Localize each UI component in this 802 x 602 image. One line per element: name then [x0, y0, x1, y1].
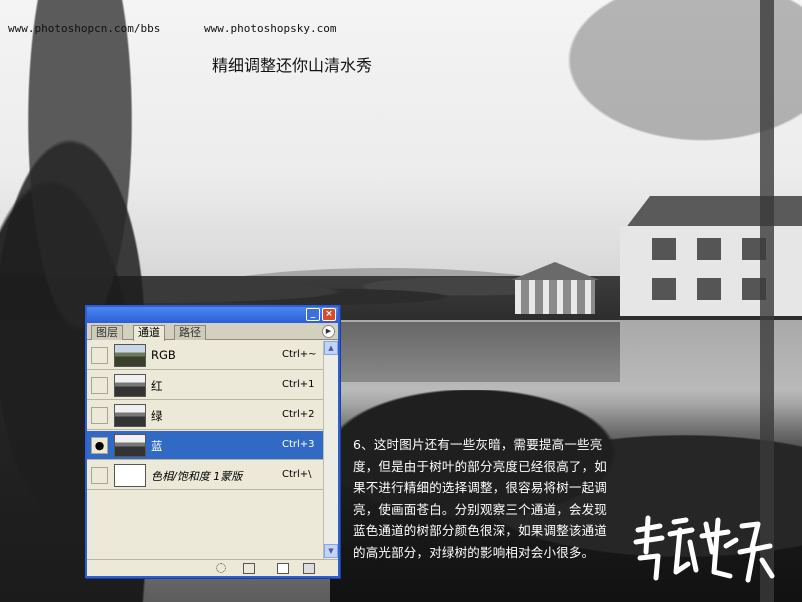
- palette-titlebar[interactable]: _ ×: [87, 307, 338, 323]
- channel-row-rgb[interactable]: RGB Ctrl+~: [87, 341, 323, 370]
- channel-thumbnail: [114, 374, 146, 397]
- channel-shortcut: Ctrl+~: [282, 349, 317, 360]
- channel-name: 绿: [151, 409, 163, 423]
- watermark-url-left: www.photoshopcn.com/bbs: [8, 22, 161, 35]
- channel-shortcut: Ctrl+3: [282, 439, 315, 450]
- channel-name: 红: [151, 379, 163, 393]
- channel-row-green[interactable]: 绿 Ctrl+2: [87, 401, 323, 430]
- eye-icon[interactable]: ●: [91, 437, 108, 454]
- channel-row-blue[interactable]: ● 蓝 Ctrl+3: [87, 431, 323, 460]
- calligraphy-logo: [633, 515, 775, 583]
- scroll-up-icon[interactable]: ▲: [324, 341, 338, 355]
- channel-shortcut: Ctrl+2: [282, 409, 315, 420]
- channel-name: 蓝: [151, 439, 163, 453]
- palette-tabs: 图层 通道 路径 ▶: [87, 323, 338, 341]
- trash-icon[interactable]: [303, 563, 315, 574]
- visibility-toggle[interactable]: [91, 347, 108, 364]
- save-selection-icon[interactable]: [243, 563, 255, 574]
- watermark-url-right: www.photoshopsky.com: [204, 22, 337, 35]
- lake-reflection: [340, 322, 620, 382]
- tab-layers[interactable]: 图层: [91, 325, 123, 340]
- mask-thumbnail: [114, 464, 146, 487]
- channel-list: RGB Ctrl+~ 红 Ctrl+1 绿 Ctrl+2 ● 蓝 Ctrl+3 …: [87, 341, 323, 559]
- load-selection-icon[interactable]: [216, 563, 226, 573]
- channel-row-red[interactable]: 红 Ctrl+1: [87, 371, 323, 400]
- channel-shortcut: Ctrl+1: [282, 379, 315, 390]
- visibility-toggle[interactable]: [91, 377, 108, 394]
- channel-thumbnail: [114, 404, 146, 427]
- close-icon[interactable]: ×: [322, 308, 336, 321]
- channel-name: 色相/饱和度 1蒙版: [151, 470, 243, 483]
- minimize-icon[interactable]: _: [306, 308, 320, 321]
- new-channel-icon[interactable]: [277, 563, 289, 574]
- channels-palette: _ × 图层 通道 路径 ▶ RGB Ctrl+~ 红 Ctrl+1 绿 Ctr…: [85, 305, 340, 578]
- visibility-toggle[interactable]: [91, 467, 108, 484]
- scroll-down-icon[interactable]: ▼: [324, 544, 338, 558]
- channel-shortcut: Ctrl+\: [282, 469, 312, 480]
- palette-menu-icon[interactable]: ▶: [322, 325, 335, 338]
- channel-row-mask[interactable]: 色相/饱和度 1蒙版 Ctrl+\: [87, 461, 323, 490]
- channel-scrollbar[interactable]: ▲ ▼: [323, 341, 338, 559]
- visibility-toggle[interactable]: [91, 407, 108, 424]
- page-title: 精细调整还你山清水秀: [212, 56, 373, 75]
- channel-thumbnail: [114, 434, 146, 457]
- channel-name: RGB: [151, 348, 176, 362]
- palette-footer: [87, 559, 338, 576]
- tab-paths[interactable]: 路径: [174, 325, 206, 340]
- channel-thumbnail: [114, 344, 146, 367]
- pavilion: [515, 280, 595, 314]
- tab-channels[interactable]: 通道: [133, 325, 165, 341]
- step-description: 6、这时图片还有一些灰暗，需要提高一些亮度，但是由于树叶的部分亮度已经很高了，如…: [353, 437, 608, 560]
